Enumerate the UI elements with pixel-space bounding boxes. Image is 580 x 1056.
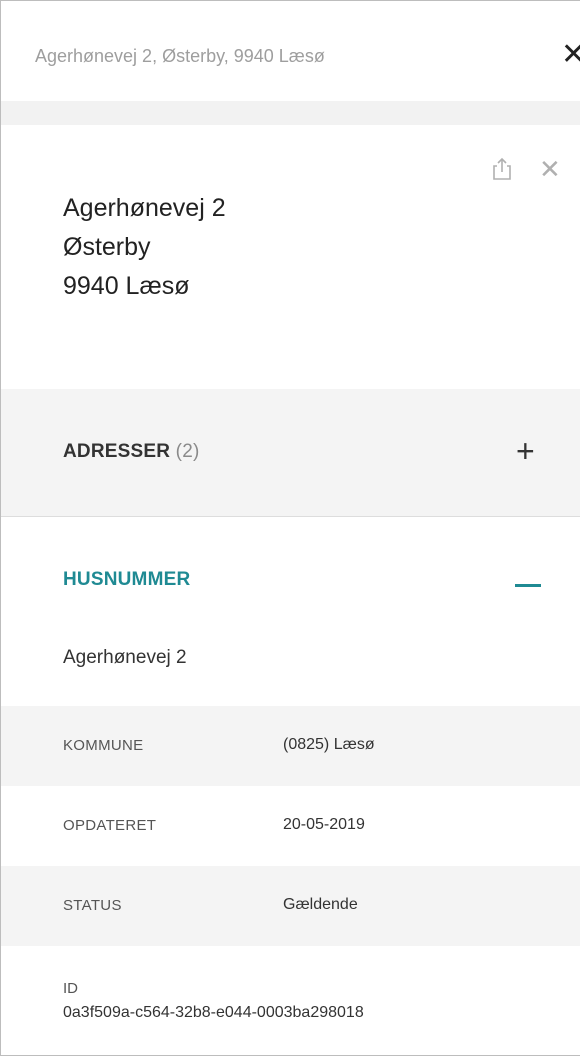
- adresser-section-header[interactable]: ADRESSER (2) +: [1, 389, 580, 517]
- adresser-title-label: ADRESSER: [63, 441, 171, 462]
- address-card: ✕ Agerhønevej 2 Østerby 9940 Læsø: [1, 125, 580, 389]
- detail-value: (0825) Læsø: [283, 736, 375, 753]
- detail-value: 20-05-2019: [283, 816, 365, 833]
- detail-row-status: STATUS Gældende: [1, 866, 580, 946]
- address-panel: Agerhønevej 2, Østerby, 9940 Læsø ✕ ✕ Ag…: [0, 0, 580, 1056]
- address-locality: Østerby: [63, 233, 151, 261]
- detail-value: Gældende: [283, 896, 358, 913]
- search-bar[interactable]: Agerhønevej 2, Østerby, 9940 Læsø ✕: [1, 1, 580, 101]
- id-label: ID: [63, 980, 78, 997]
- husnummer-section-header[interactable]: HUSNUMMER: [1, 517, 580, 637]
- plus-icon[interactable]: +: [516, 431, 535, 471]
- minus-icon[interactable]: [515, 584, 541, 587]
- search-close-icon[interactable]: ✕: [561, 35, 580, 75]
- id-value: 0a3f509a-c564-32b8-e044-0003ba298018: [63, 1004, 364, 1021]
- husnummer-name: Agerhønevej 2: [63, 647, 187, 668]
- detail-label: STATUS: [63, 897, 122, 914]
- detail-row-kommune: KOMMUNE (0825) Læsø: [1, 706, 580, 786]
- adresser-count: (2): [175, 441, 200, 462]
- detail-label: KOMMUNE: [63, 737, 144, 754]
- address-postal: 9940 Læsø: [63, 272, 190, 300]
- card-close-icon[interactable]: ✕: [539, 156, 561, 182]
- card-actions: ✕: [491, 156, 561, 182]
- husnummer-title: HUSNUMMER: [63, 569, 191, 590]
- share-icon[interactable]: [491, 157, 513, 181]
- search-input[interactable]: Agerhønevej 2, Østerby, 9940 Læsø: [35, 46, 325, 67]
- divider: [1, 101, 580, 125]
- detail-label: OPDATERET: [63, 817, 157, 834]
- id-block: ID 0a3f509a-c564-32b8-e044-0003ba298018: [63, 977, 364, 1025]
- detail-row-opdateret: OPDATERET 20-05-2019: [1, 786, 580, 866]
- husnummer-section: HUSNUMMER Agerhønevej 2 KOMMUNE (0825) L…: [1, 517, 580, 1055]
- adresser-title: ADRESSER (2): [63, 441, 200, 463]
- address-block: Agerhønevej 2 Østerby 9940 Læsø: [63, 189, 226, 306]
- address-street: Agerhønevej 2: [63, 194, 226, 222]
